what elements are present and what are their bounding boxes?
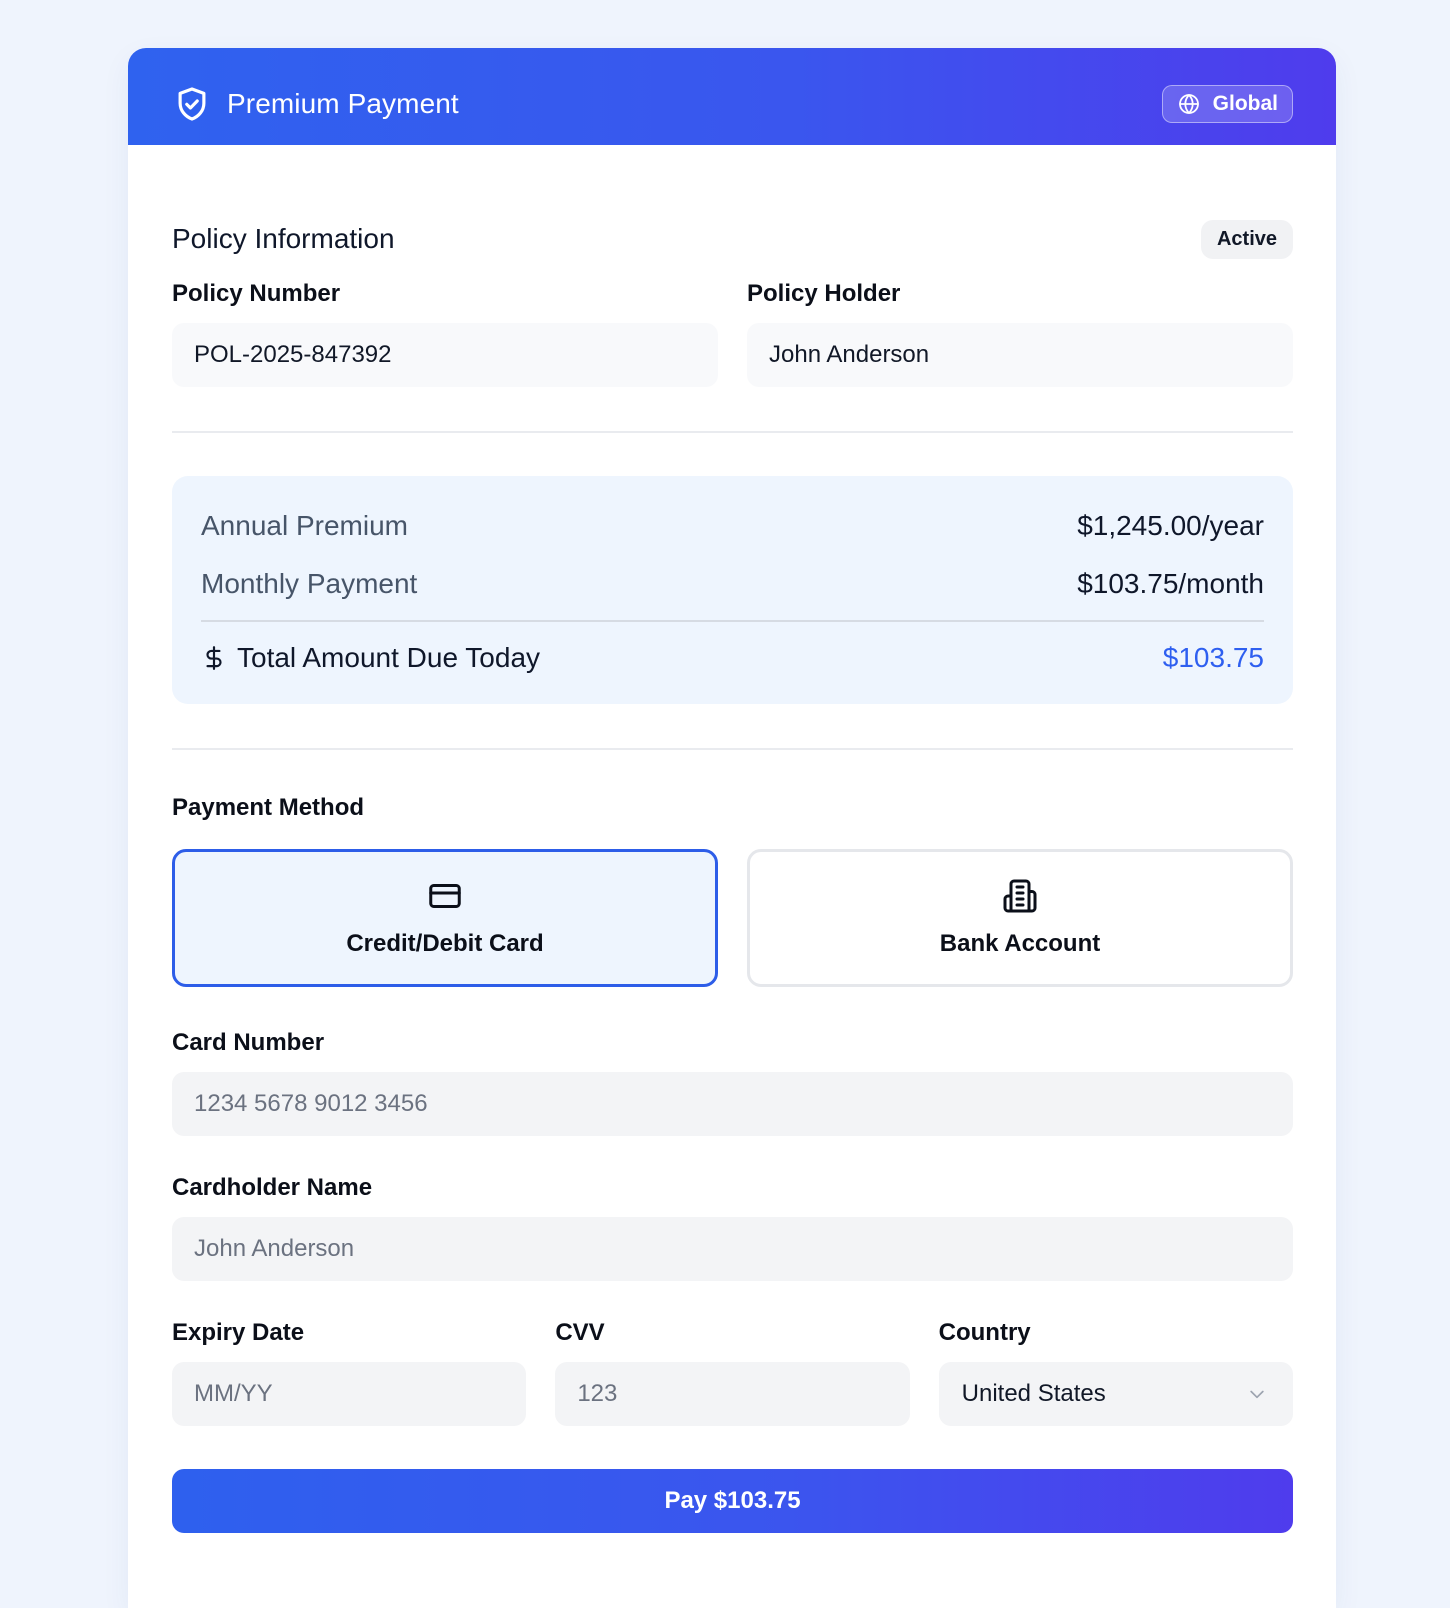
credit-card-option[interactable]: Credit/Debit Card xyxy=(172,849,718,987)
bank-building-icon xyxy=(1003,879,1037,913)
country-label: Country xyxy=(938,1319,1031,1346)
total-due-label: Total Amount Due Today xyxy=(237,642,541,673)
policy-holder-label: Policy Holder xyxy=(747,280,901,307)
payment-method-options: Credit/Debit Card Bank Account xyxy=(172,849,1293,987)
cardholder-name-input[interactable] xyxy=(172,1217,1293,1281)
brand: Premium Payment xyxy=(173,85,459,123)
monthly-payment-row: Monthly Payment $103.75/month xyxy=(201,564,1264,604)
country-group: Country United States xyxy=(938,1319,1293,1426)
region-selector-button[interactable]: Global xyxy=(1161,84,1293,123)
policy-holder-group: Policy Holder John Anderson xyxy=(747,280,1293,387)
monthly-payment-value: $103.75/month xyxy=(1077,568,1264,599)
bank-account-option[interactable]: Bank Account xyxy=(747,849,1293,987)
country-select-value: United States xyxy=(961,1380,1106,1407)
dollar-icon xyxy=(206,646,222,670)
card-number-input[interactable] xyxy=(172,1072,1293,1136)
card-number-label: Card Number xyxy=(172,1029,325,1056)
expiry-group: Expiry Date xyxy=(172,1319,527,1426)
total-due-left: Total Amount Due Today xyxy=(201,642,540,674)
policy-section-header: Policy Information Active xyxy=(172,218,1293,260)
premium-summary: Annual Premium $1,245.00/year Monthly Pa… xyxy=(172,476,1293,704)
globe-icon xyxy=(1178,93,1199,114)
app-title: Premium Payment xyxy=(227,87,459,119)
bank-account-option-label: Bank Account xyxy=(939,930,1101,957)
content: Policy Information Active Policy Number … xyxy=(128,218,1336,1533)
cvv-group: CVV xyxy=(555,1319,910,1426)
card-details-row: Expiry Date CVV Country United States xyxy=(172,1319,1293,1426)
annual-premium-label: Annual Premium xyxy=(201,510,408,541)
header: Premium Payment Global xyxy=(128,48,1336,145)
cvv-input[interactable] xyxy=(555,1362,910,1426)
chevron-down-icon xyxy=(1250,1390,1264,1399)
total-due-row: Total Amount Due Today $103.75 xyxy=(201,638,1264,678)
country-select[interactable]: United States xyxy=(938,1362,1293,1426)
expiry-date-input[interactable] xyxy=(172,1362,527,1426)
region-label: Global xyxy=(1212,91,1278,115)
policy-section-title: Policy Information xyxy=(172,223,395,254)
cardholder-label: Cardholder Name xyxy=(172,1174,373,1201)
pay-button[interactable]: Pay $103.75 xyxy=(172,1469,1293,1533)
cvv-label: CVV xyxy=(555,1319,605,1346)
payment-card: Premium Payment Global Policy Informatio… xyxy=(128,48,1336,1608)
card-number-group: Card Number xyxy=(172,1029,1293,1136)
divider xyxy=(172,431,1293,433)
policy-fields: Policy Number POL-2025-847392 Policy Hol… xyxy=(172,280,1293,387)
credit-card-option-label: Credit/Debit Card xyxy=(346,930,544,957)
policy-number-label: Policy Number xyxy=(172,280,341,307)
policy-number-value: POL-2025-847392 xyxy=(172,323,718,387)
status-badge: Active xyxy=(1200,219,1293,259)
credit-card-icon xyxy=(429,884,461,908)
policy-number-group: Policy Number POL-2025-847392 xyxy=(172,280,718,387)
payment-method-label: Payment Method xyxy=(172,794,365,821)
total-due-value: $103.75 xyxy=(1162,642,1264,673)
monthly-payment-label: Monthly Payment xyxy=(201,568,418,599)
shield-check-icon xyxy=(178,86,206,121)
policy-holder-value: John Anderson xyxy=(747,323,1293,387)
cardholder-group: Cardholder Name xyxy=(172,1174,1293,1281)
summary-divider xyxy=(201,620,1264,622)
annual-premium-value: $1,245.00/year xyxy=(1077,510,1264,541)
annual-premium-row: Annual Premium $1,245.00/year xyxy=(201,506,1264,546)
expiry-label: Expiry Date xyxy=(172,1319,305,1346)
divider xyxy=(172,748,1293,750)
